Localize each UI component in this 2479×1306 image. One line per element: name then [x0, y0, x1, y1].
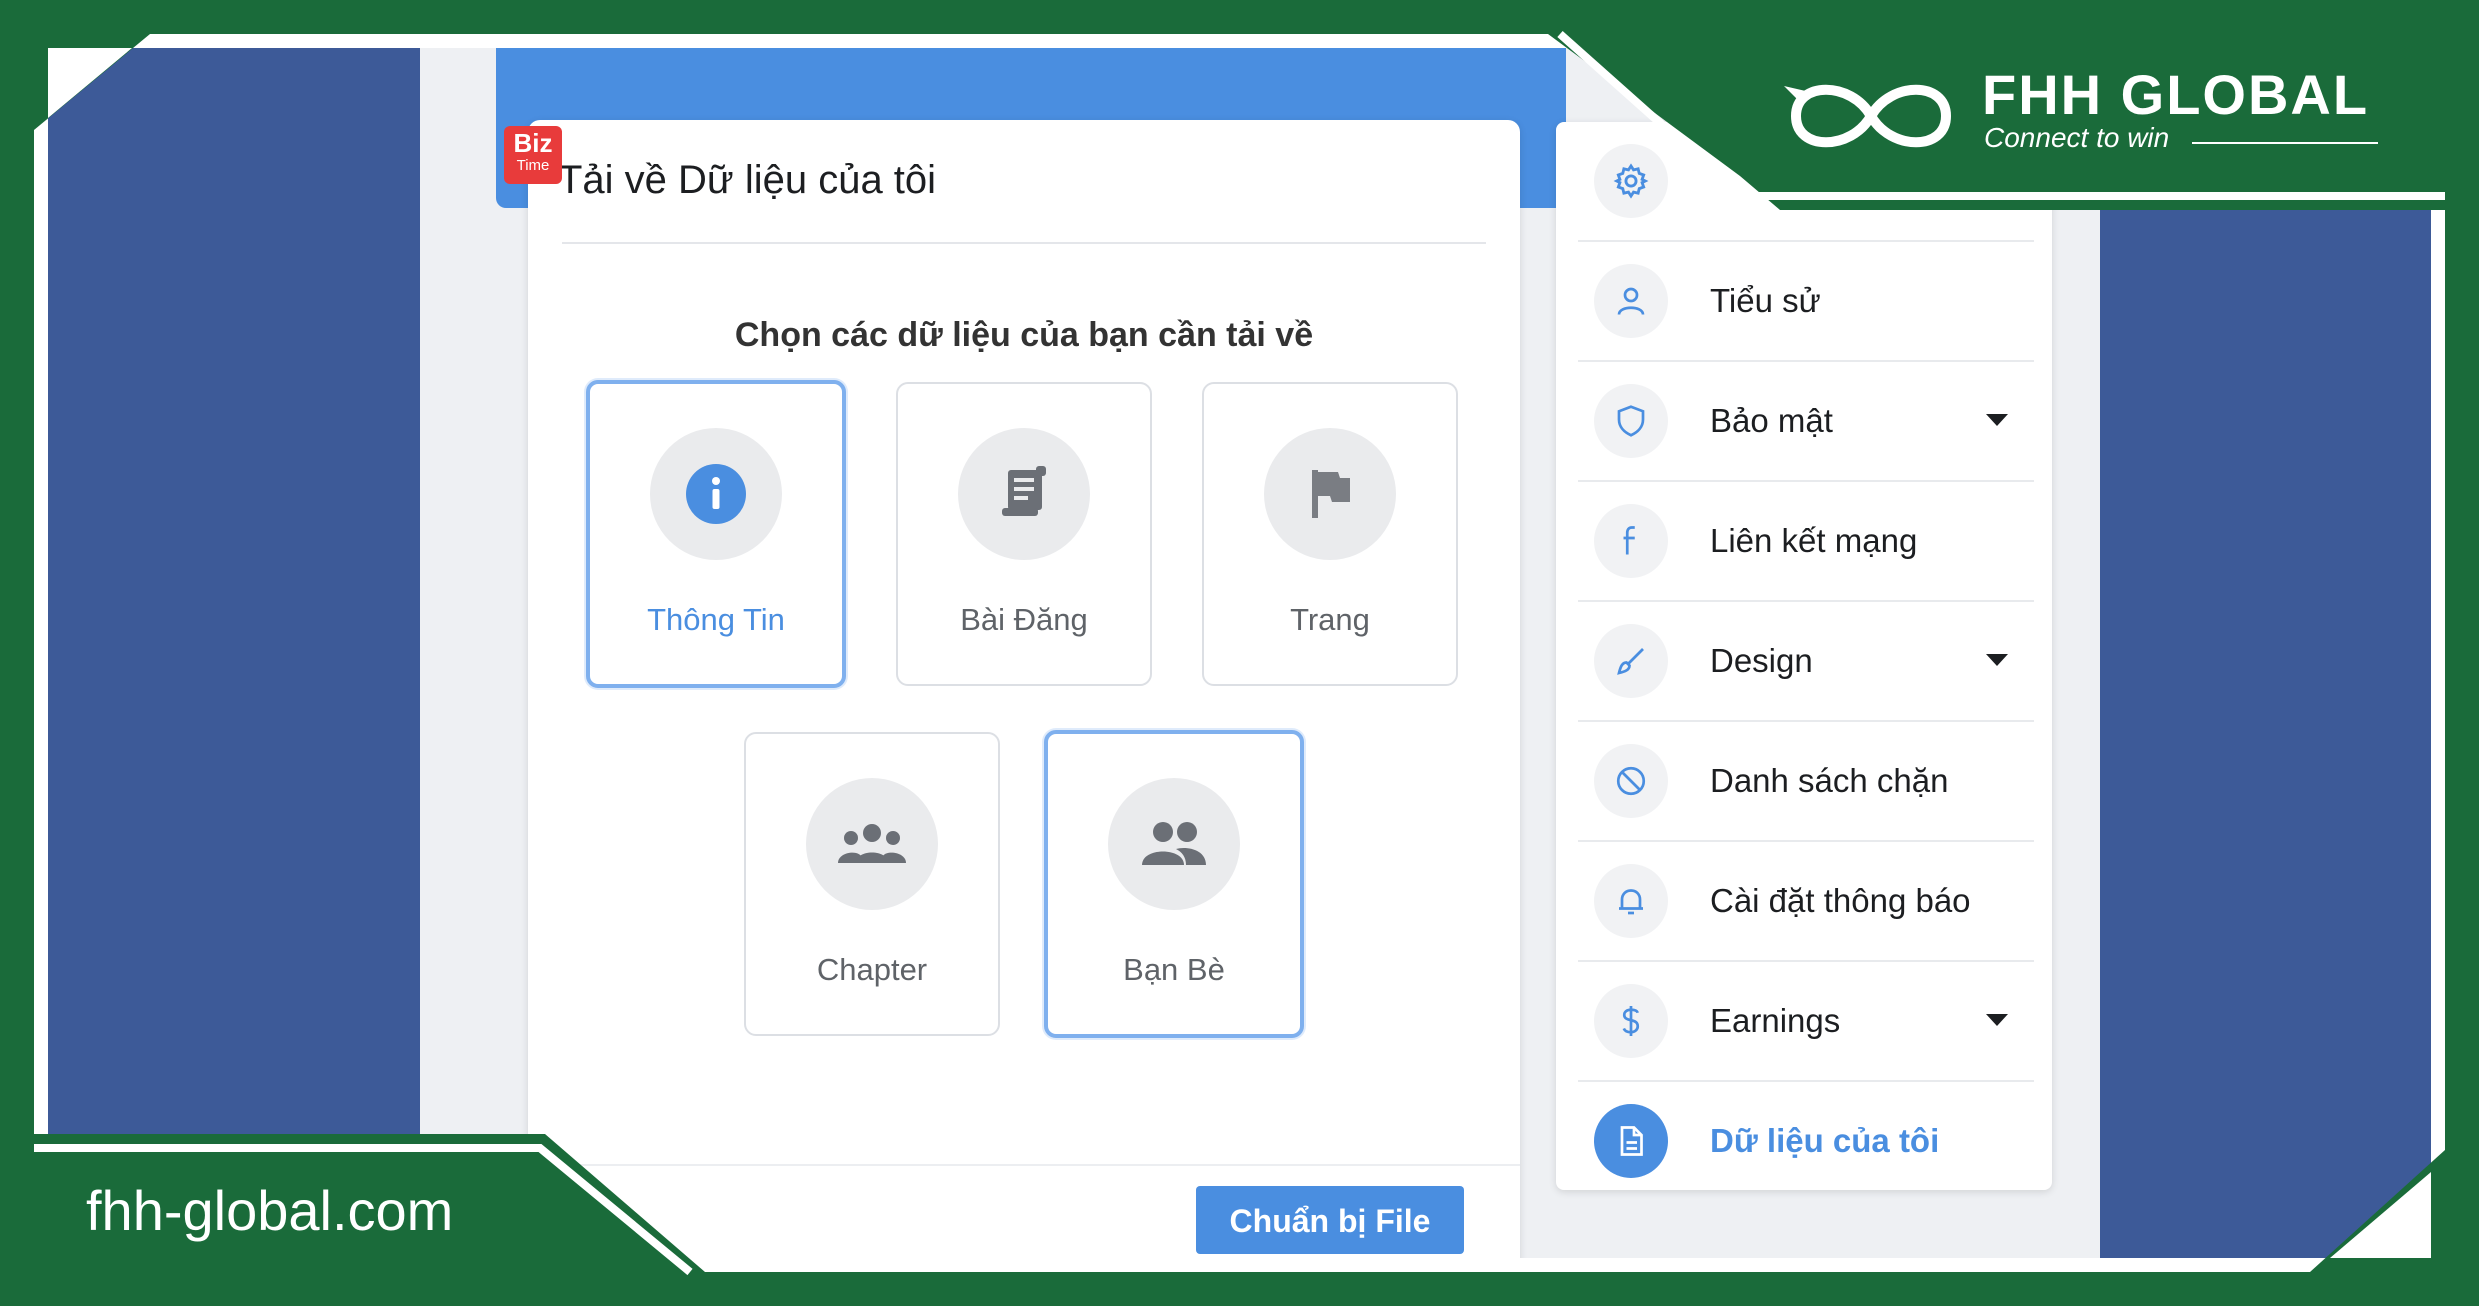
tagline-rule	[2192, 142, 2378, 144]
brand-name: FHH GLOBAL	[1982, 63, 2370, 126]
brand-frame	[34, 31, 2445, 1276]
brand-tagline: Connect to win	[1984, 122, 2170, 153]
brand-domain[interactable]: fhh-global.com	[86, 1178, 453, 1243]
fhh-logo-icon	[1784, 84, 1952, 148]
